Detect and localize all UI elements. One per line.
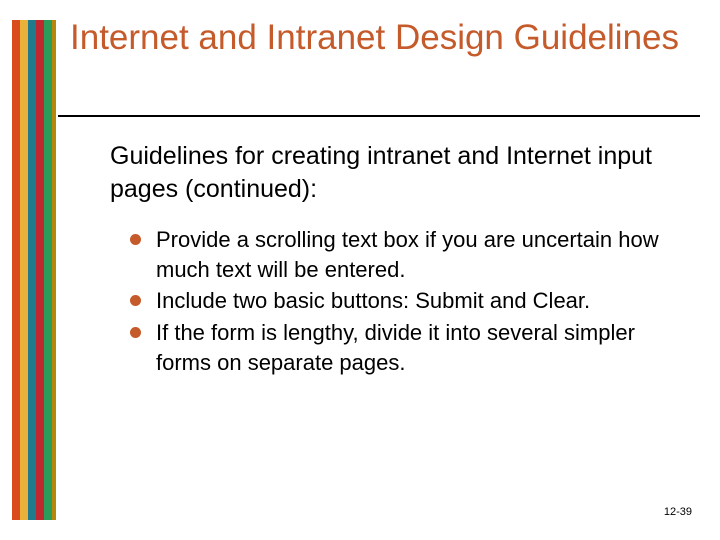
slide-number: 12-39 <box>664 506 692 518</box>
list-item: Include two basic buttons: Submit and Cl… <box>130 286 665 316</box>
slide-title: Internet and Intranet Design Guidelines <box>70 18 680 58</box>
decor-stripe <box>44 20 52 520</box>
list-item-text: Include two basic buttons: Submit and Cl… <box>156 288 590 313</box>
bullet-icon <box>130 295 141 306</box>
bullet-list: Provide a scrolling text box if you are … <box>130 225 665 379</box>
title-underline <box>58 115 700 117</box>
list-item-text: If the form is lengthy, divide it into s… <box>156 320 635 375</box>
decor-stripe <box>52 20 56 520</box>
slide-subtitle: Guidelines for creating intranet and Int… <box>110 140 660 205</box>
decor-stripe <box>28 20 36 520</box>
list-item-text: Provide a scrolling text box if you are … <box>156 227 659 282</box>
bullet-icon <box>130 327 141 338</box>
decor-stripe <box>12 20 20 520</box>
list-item: Provide a scrolling text box if you are … <box>130 225 665 284</box>
list-item: If the form is lengthy, divide it into s… <box>130 318 665 377</box>
decor-stripe <box>20 20 28 520</box>
decor-stripe <box>36 20 44 520</box>
bullet-icon <box>130 234 141 245</box>
